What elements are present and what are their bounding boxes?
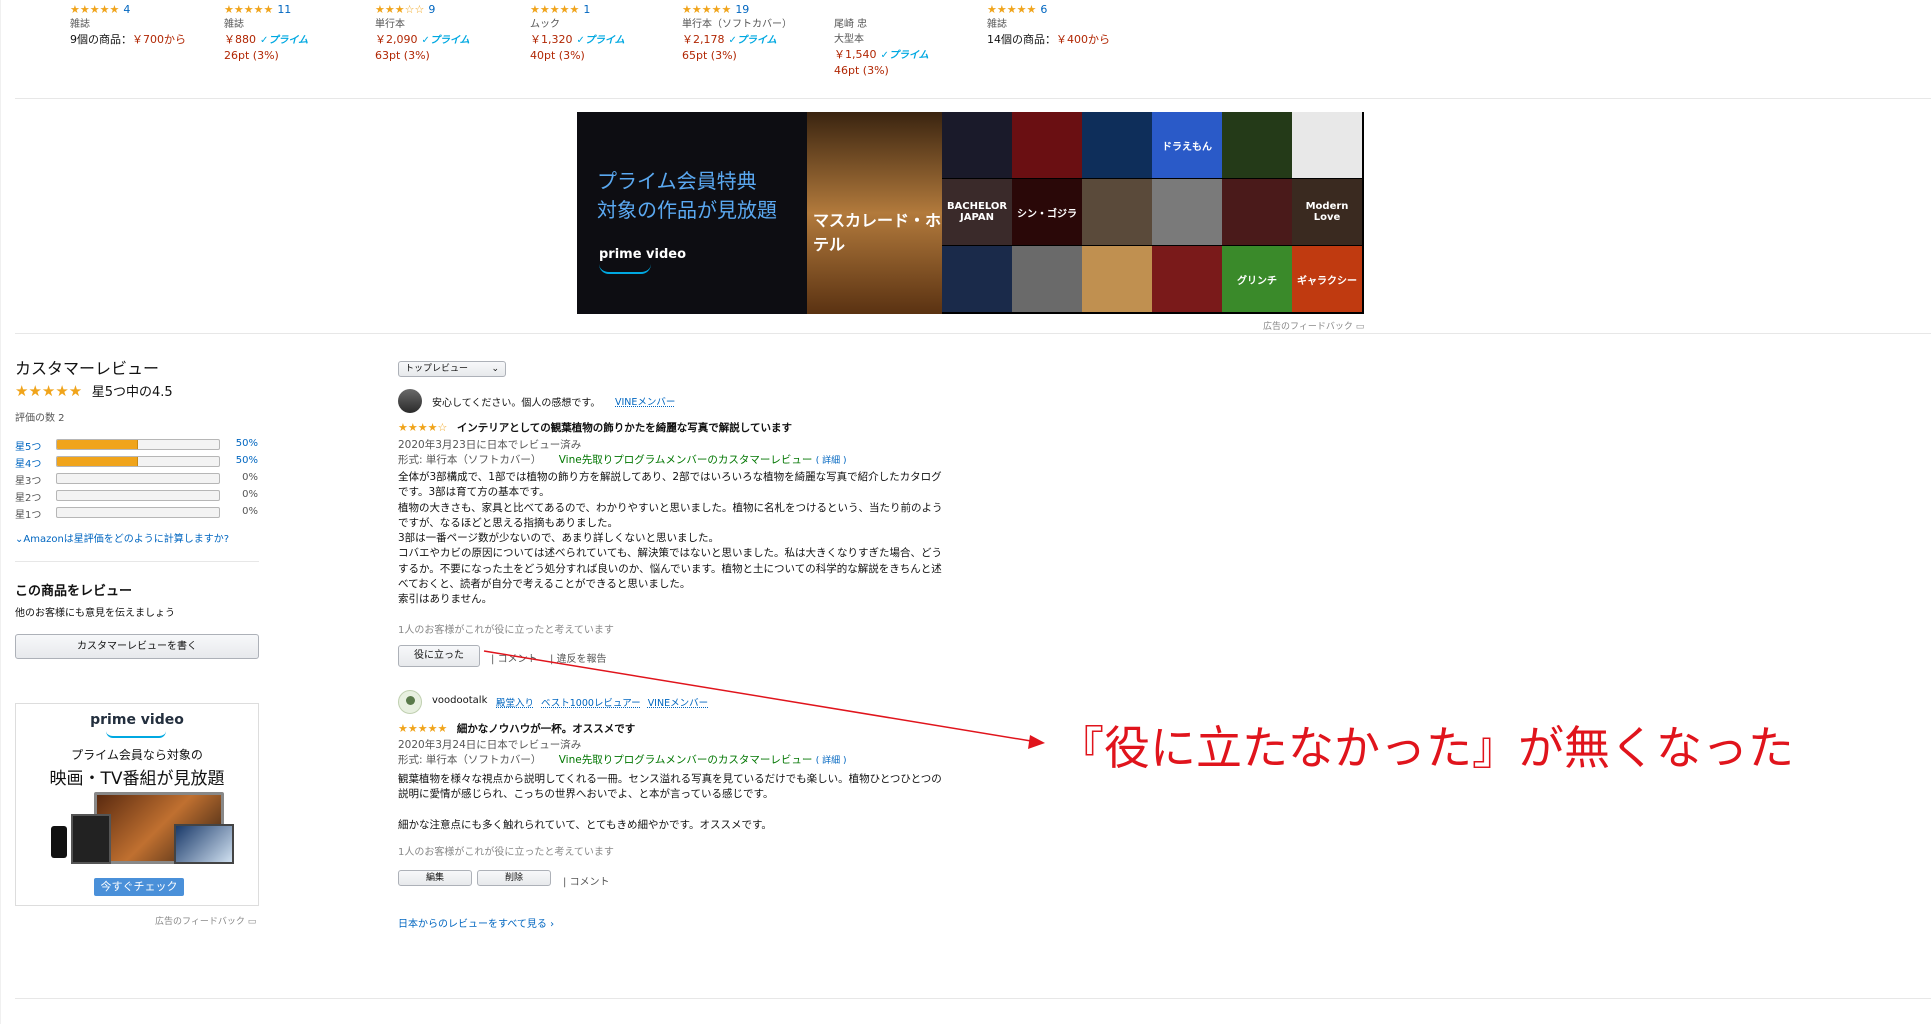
annotation-arrow xyxy=(483,650,1045,749)
annotation-text: 『役に立たなかった』が無くなった xyxy=(1058,721,1794,775)
